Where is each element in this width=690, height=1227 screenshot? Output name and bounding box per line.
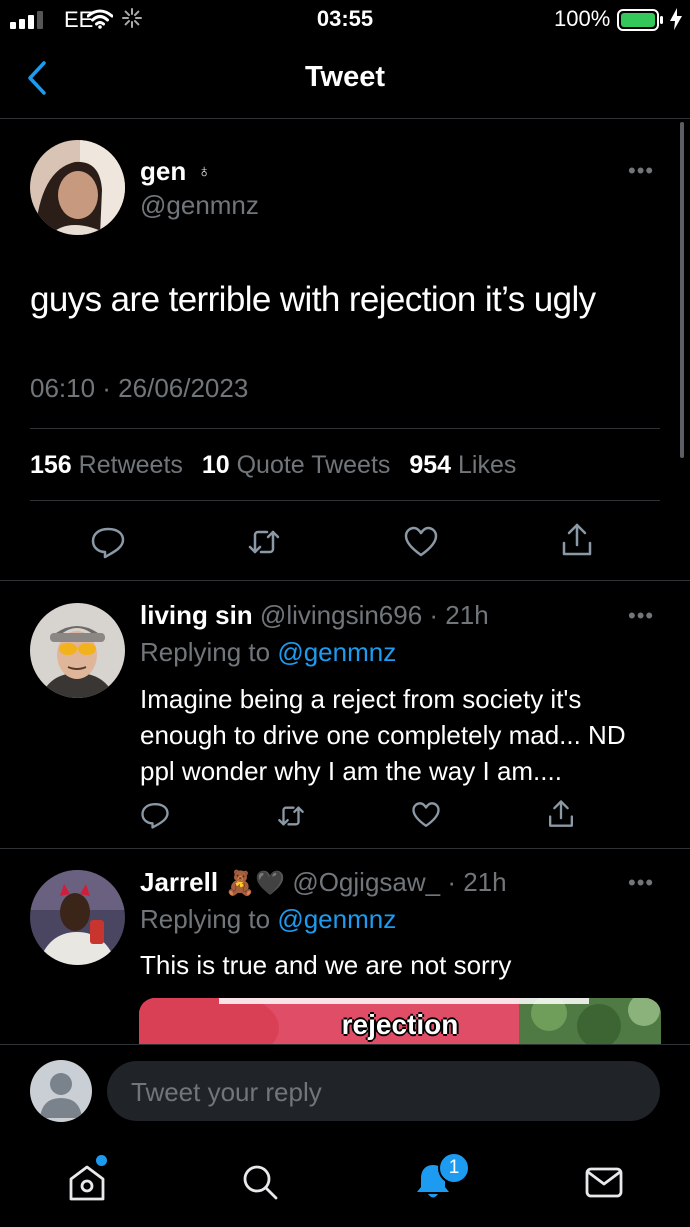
battery-icon: [617, 9, 665, 31]
default-avatar-icon: [40, 1073, 82, 1118]
share-button[interactable]: [546, 799, 576, 829]
reply-text: This is true and we are not sorry: [140, 950, 512, 980]
avatar[interactable]: [30, 140, 125, 235]
reply-icon: [91, 527, 125, 559]
replying-to: Replying to @genmnz: [140, 637, 396, 668]
status-bar: EE 03:55 100%: [0, 0, 690, 40]
scrollbar[interactable]: [680, 122, 684, 458]
media-caption: rejection: [341, 1009, 459, 1040]
tab-search[interactable]: [240, 1162, 280, 1202]
retweet-icon: [248, 530, 280, 554]
reply-icon: [141, 803, 169, 829]
likes-stat[interactable]: 954 Likes: [409, 451, 516, 479]
author-name[interactable]: gen: [140, 156, 186, 186]
mail-icon: [585, 1167, 623, 1198]
more-dots-icon: •••: [628, 158, 655, 183]
more-options-button[interactable]: •••: [628, 158, 654, 184]
replying-to-label: Replying to: [140, 904, 271, 934]
quotes-count: 10: [201, 451, 230, 479]
name-emoji: 🧸🖤: [225, 870, 286, 897]
share-icon: [549, 800, 573, 827]
reply-time: · 21h: [429, 600, 489, 630]
author-name-row: gen ♁: [140, 156, 211, 187]
more-options-button[interactable]: •••: [628, 603, 654, 629]
tab-messages[interactable]: [584, 1163, 624, 1203]
retweets-label: Retweets: [78, 451, 183, 479]
header-divider: [0, 118, 690, 119]
quotes-label: Quote Tweets: [236, 451, 391, 479]
reply-input-placeholder: Tweet your reply: [131, 1077, 322, 1107]
more-dots-icon: •••: [628, 603, 655, 628]
tab-home[interactable]: [66, 1155, 108, 1203]
retweet-button[interactable]: [246, 524, 282, 560]
avatar[interactable]: [30, 603, 125, 698]
reply-time: · 21h: [447, 867, 507, 897]
likes-count: 954: [409, 451, 452, 479]
retweet-button[interactable]: [276, 801, 306, 831]
more-options-button[interactable]: •••: [628, 870, 654, 896]
share-icon: [562, 523, 592, 556]
engagement-stats: 156 Retweets 10 Quote Tweets 954 Likes: [30, 451, 516, 480]
avatar[interactable]: [30, 870, 125, 965]
notifications-badge: 1: [438, 1152, 470, 1184]
tweet-timestamp[interactable]: 06:10 · 26/06/2023: [30, 373, 248, 404]
reply-header: Jarrell 🧸🖤 @Ogjigsaw_ · 21h: [140, 867, 507, 898]
reply-author-name[interactable]: Jarrell: [140, 867, 218, 897]
author-handle[interactable]: @genmnz: [140, 190, 259, 221]
heart-icon: [404, 526, 438, 557]
avatar[interactable]: [30, 1060, 92, 1122]
home-icon: [69, 1165, 105, 1201]
search-icon: [243, 1165, 278, 1200]
reply-button[interactable]: [90, 524, 126, 560]
divider: [30, 428, 660, 429]
retweets-count: 156: [30, 451, 72, 479]
reply-header: living sin @livingsin696 · 21h: [140, 600, 489, 631]
likes-label: Likes: [458, 451, 517, 479]
replying-to: Replying to @genmnz: [140, 904, 396, 935]
reply-author-name[interactable]: living sin: [140, 600, 253, 630]
charging-bolt-icon: [670, 8, 682, 30]
name-symbol: ♁: [197, 161, 211, 181]
media-preview[interactable]: rejection: [139, 998, 661, 1044]
more-dots-icon: •••: [628, 870, 655, 895]
tweet-text: guys are terrible with rejection it’s ug…: [30, 280, 596, 319]
reply-input[interactable]: Tweet your reply: [107, 1061, 660, 1121]
replying-to-label: Replying to: [140, 637, 271, 667]
retweets-stat[interactable]: 156 Retweets: [30, 451, 183, 479]
retweet-icon: [278, 806, 304, 826]
reply-author-handle[interactable]: @livingsin696: [260, 600, 422, 630]
divider: [0, 848, 690, 849]
tab-notifications[interactable]: 1: [412, 1152, 470, 1202]
quotes-stat[interactable]: 10 Quote Tweets: [202, 451, 391, 479]
home-new-dot: [96, 1155, 107, 1166]
mention-link[interactable]: @genmnz: [277, 637, 396, 667]
reply-button[interactable]: [140, 800, 170, 830]
like-button[interactable]: [411, 800, 441, 830]
mention-link[interactable]: @genmnz: [277, 904, 396, 934]
divider: [30, 500, 660, 501]
heart-icon: [412, 802, 440, 827]
page-title: Tweet: [304, 61, 386, 93]
divider: [0, 580, 690, 581]
battery-percent: 100%: [554, 6, 611, 31]
reply-text: Imagine being a reject from society it's…: [140, 684, 626, 786]
reply-author-handle[interactable]: @Ogjigsaw_: [292, 867, 440, 897]
share-button[interactable]: [559, 522, 595, 558]
like-button[interactable]: [403, 524, 439, 560]
